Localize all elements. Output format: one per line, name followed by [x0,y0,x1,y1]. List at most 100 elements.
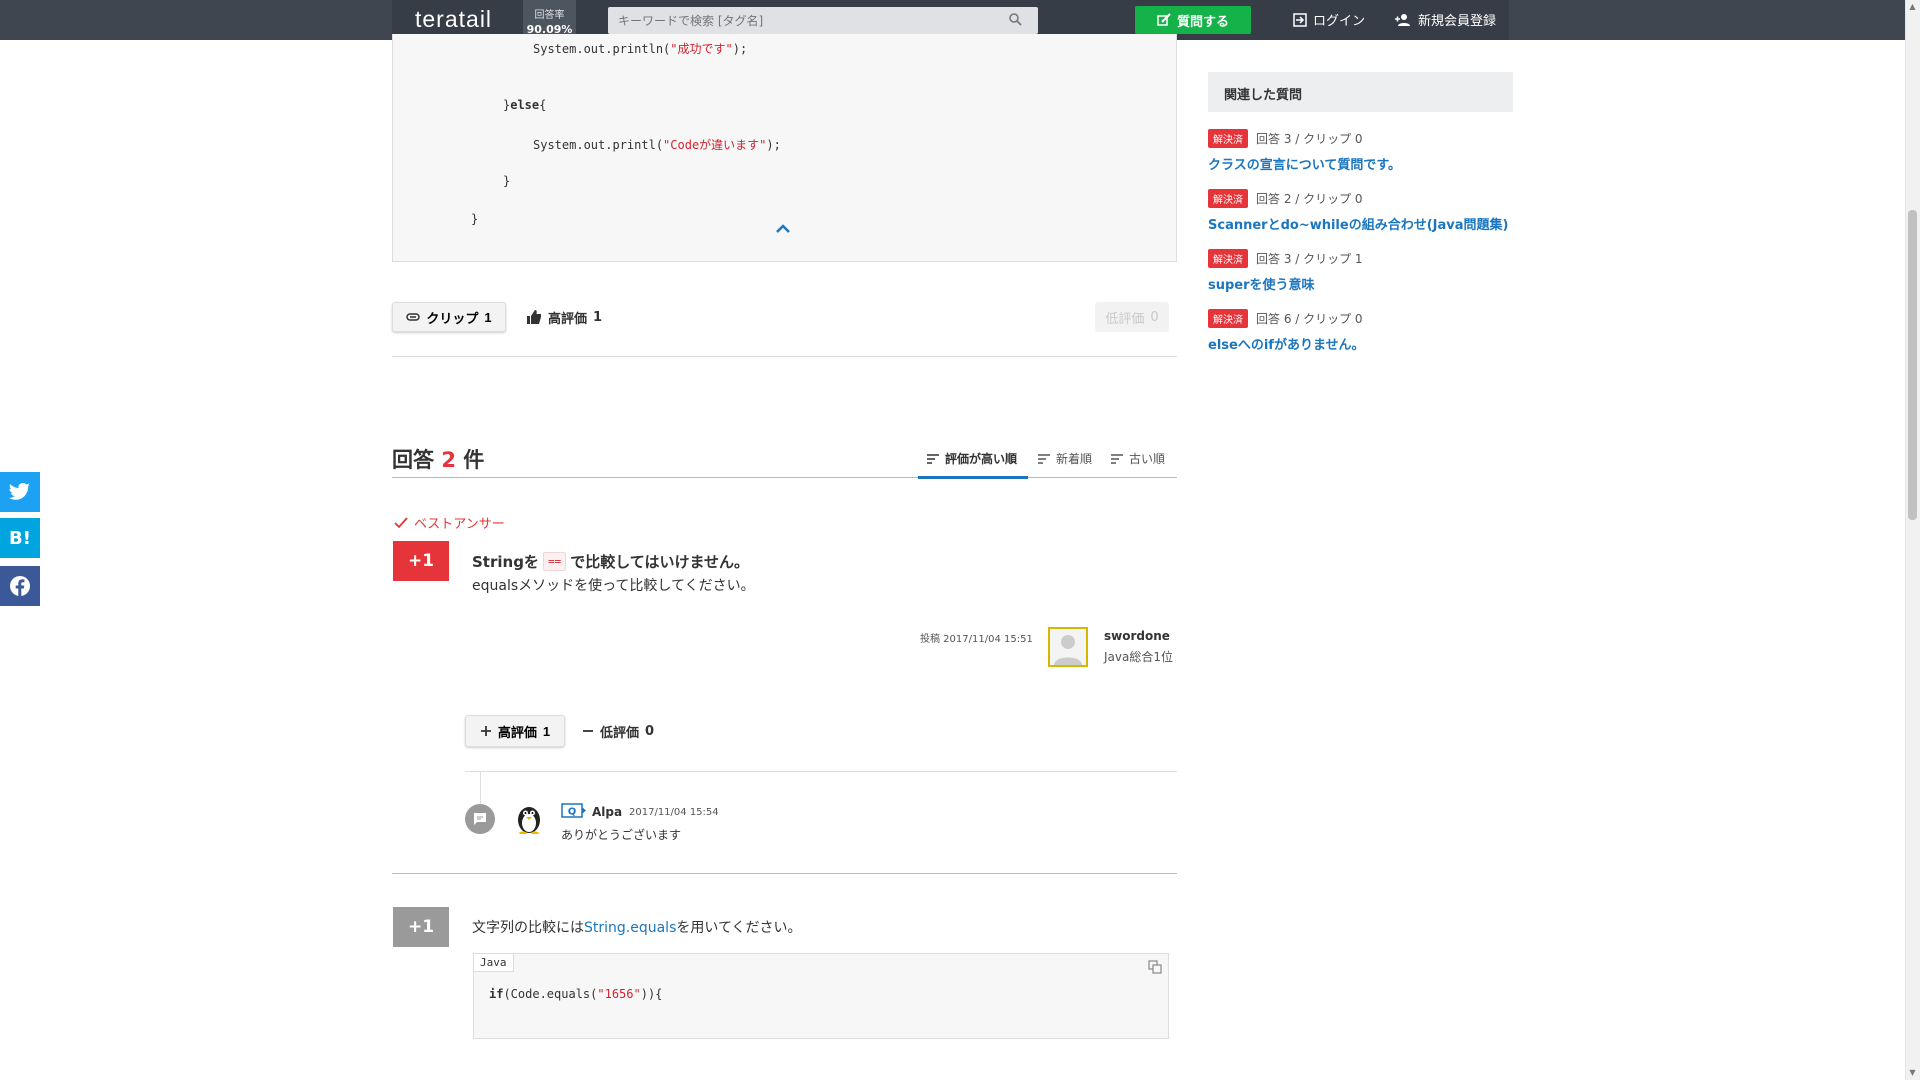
clip-count: 1 [484,309,492,325]
related-question-title[interactable]: superを使う意味 [1208,274,1528,293]
hatena-share-button[interactable]: B! [0,518,40,558]
logo[interactable]: teratail [415,6,492,33]
comment-thread-line [480,772,481,804]
answer-score: +1 [393,541,449,581]
comment-date: 2017/11/04 15:54 [629,807,719,818]
user-name[interactable]: swordone [1104,629,1170,643]
code-language-label: Java [474,954,514,972]
related-meta: 回答 3 / クリップ 0 [1256,132,1363,146]
code-line: } [471,212,479,226]
code-line: }else{ [503,98,547,112]
good-button[interactable]: 高評価 1 [526,302,602,332]
ask-question-label: 質問する [1176,13,1229,29]
answer-text: equalsメソッドを使って比較してください。 [472,578,755,594]
twitter-icon [9,483,31,500]
bad-button[interactable]: 低評価 0 [1095,302,1169,332]
code-line: } [503,174,511,188]
related-question-title[interactable]: クラスの宣言について質問です。 [1208,154,1528,173]
register-link[interactable]: 新規会員登録 [1394,10,1496,29]
sort-icon [1111,453,1123,464]
downvote-button[interactable]: 低評価 0 [582,715,654,747]
upvote-button[interactable]: 高評価 1 [465,715,565,747]
penguin-avatar-icon[interactable] [513,802,545,834]
comment-text: ありがとうございます [561,828,682,842]
solved-badge: 解決済 [1208,249,1248,268]
thumbs-up-icon [527,310,541,324]
answer-text: Stringを == で比較してはいけません。 [472,552,749,571]
add-user-icon [1395,13,1410,26]
scroll-up-arrow[interactable]: ▲ [1908,2,1917,12]
check-icon [394,516,408,528]
answer-code-block: Java if(Code.equals("1656")){ [473,953,1169,1039]
search-input[interactable] [608,7,1038,34]
related-question[interactable]: 解決済 回答 3 / クリップ 1 superを使う意味 [1208,249,1528,293]
related-question[interactable]: 解決済 回答 2 / クリップ 0 Scannerとdo~whileの組み合わせ(… [1208,189,1528,233]
twitter-share-button[interactable] [0,472,40,512]
clip-button[interactable]: クリップ 1 [392,302,506,332]
minus-icon [583,730,593,732]
inline-code: == [542,552,567,571]
sort-active-indicator [918,476,1028,479]
solved-badge: 解決済 [1208,189,1248,208]
avatar[interactable] [1048,627,1088,667]
scrollbar-track[interactable] [1905,0,1920,1080]
string-equals-link[interactable]: String.equals [584,920,676,936]
code-line: System.out.printl("Codeが違います"); [533,138,781,152]
answers-count: 2 [441,448,456,472]
answer-text: 文字列の比較にはString.equalsを用いてください。 [472,920,802,936]
related-question[interactable]: 解決済 回答 3 / クリップ 0 クラスの宣言について質問です。 [1208,129,1528,173]
register-label: 新規会員登録 [1418,14,1497,29]
solved-badge: 解決済 [1208,309,1248,328]
related-meta: 回答 2 / クリップ 0 [1256,192,1363,206]
user-avatar-icon [1050,629,1086,665]
edit-icon [1157,13,1171,26]
related-meta: 回答 6 / クリップ 0 [1256,312,1363,326]
question-code-block: System.out.println("成功です"); }else{ Syste… [392,34,1177,262]
related-questions-title: 関連した質問 [1208,72,1513,112]
facebook-icon [10,576,30,597]
code-line: System.out.println("成功です"); [533,42,748,56]
clip-icon [406,313,421,321]
good-label: 高評価 [548,311,588,327]
sort-icon [927,453,939,464]
solved-badge: 解決済 [1208,129,1248,148]
scroll-down-arrow[interactable]: ▼ [1908,1068,1917,1078]
chat-bubble-icon [474,813,486,825]
sort-oldest[interactable]: 古い順 [1111,450,1165,467]
login-link[interactable]: ログイン [1293,10,1365,29]
facebook-share-button[interactable] [0,566,40,606]
copy-icon[interactable] [1148,960,1162,974]
divider [465,771,1177,772]
related-question-title[interactable]: elseへのifがありません。 [1208,334,1528,353]
answer-rate-label: 回答率 [534,10,565,21]
divider [392,356,1177,357]
divider [392,873,1177,874]
app: teratail 回答率 90.09% 質問する [0,0,1920,1080]
post-date: 投稿 2017/11/04 15:51 [920,634,1033,645]
plus-icon [480,726,491,736]
answers-title: 回答 2 件 [392,448,485,472]
user-rank: Java総合1位 [1104,650,1173,664]
comment-user-name[interactable]: Alpa [592,805,622,819]
sort-icon [1038,453,1050,464]
answers-divider [392,477,1177,478]
sort-newest[interactable]: 新着順 [1038,450,1092,467]
questioner-badge: Q [561,803,586,818]
search-icon[interactable] [1008,12,1022,26]
collapse-icon[interactable] [775,224,791,234]
good-count: 1 [593,309,603,325]
ask-question-button[interactable]: 質問する [1135,6,1251,34]
bad-label: 低評価 [1105,311,1145,327]
best-answer-label: ベストアンサー [394,513,505,532]
related-meta: 回答 3 / クリップ 1 [1256,252,1363,266]
related-question[interactable]: 解決済 回答 6 / クリップ 0 elseへのifがありません。 [1208,309,1528,353]
sort-top-rated[interactable]: 評価が高い順 [927,450,1017,467]
clip-label: クリップ [426,310,479,326]
bad-count: 0 [1150,309,1159,325]
svg-text:Q: Q [568,807,577,818]
related-question-title[interactable]: Scannerとdo~whileの組み合わせ(Java問題集) [1208,214,1528,233]
login-icon [1293,12,1307,27]
comment-icon[interactable] [465,804,495,834]
scrollbar-thumb[interactable] [1908,210,1917,520]
login-label: ログイン [1313,14,1366,29]
